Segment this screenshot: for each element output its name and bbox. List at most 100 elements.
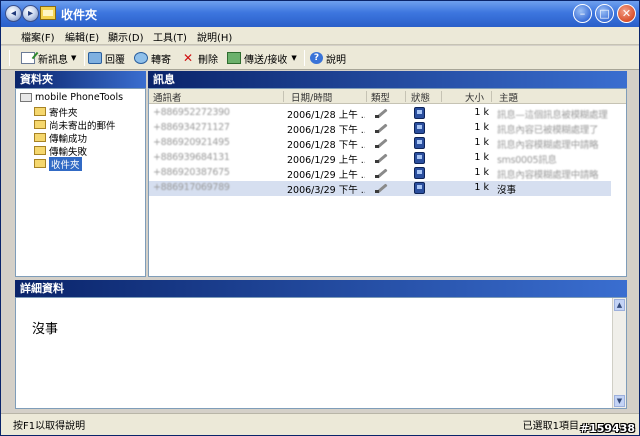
message-list: 通訊者 日期/時間 類型 狀態 大小 主題 +886952272390 2006… xyxy=(148,88,627,277)
minimize-button[interactable]: – xyxy=(573,4,592,23)
message-row[interactable]: +886939684131 2006/1/29 上午 ... 1 k sms00… xyxy=(149,151,611,166)
tree-root-label: mobile PhoneTools xyxy=(35,92,124,103)
sms-type-icon xyxy=(375,108,388,118)
sms-type-icon xyxy=(375,168,388,178)
details-panel: 沒事 ▲ ▼ xyxy=(15,297,627,409)
column-divider[interactable] xyxy=(405,91,406,102)
details-panel-title: 詳細資料 xyxy=(15,280,627,297)
phone-status-icon xyxy=(414,167,425,179)
menu-help[interactable]: 說明(H) xyxy=(197,29,232,44)
forward-circle-icon[interactable]: ▸ xyxy=(22,5,39,22)
folder-item-sent-success[interactable]: 傳輸成功 xyxy=(34,131,87,145)
row-datetime: 2006/1/28 下午 ... xyxy=(287,125,365,136)
row-contact: +886920921495 xyxy=(153,137,230,148)
reply-button[interactable]: 回覆 xyxy=(88,49,125,67)
column-header-datetime[interactable]: 日期/時間 xyxy=(291,90,332,104)
details-scrollbar[interactable]: ▲ ▼ xyxy=(612,298,626,408)
application-window: ◂ ▸ 收件夾 – □ ✕ 檔案(F) 編輯(E) 顯示(D) 工具(T) 說明… xyxy=(0,0,640,436)
forward-button[interactable]: 轉寄 xyxy=(134,49,171,67)
column-header-size[interactable]: 大小 xyxy=(465,90,484,104)
row-subject: 訊息內容已被模糊處理了 xyxy=(497,125,599,136)
folder-item-unsent[interactable]: 尚未寄出的郵件 xyxy=(34,118,116,132)
folder-item-inbox[interactable]: 收件夾 xyxy=(34,156,82,171)
message-row[interactable]: +886920387675 2006/1/29 上午 ... 1 k 訊息內容模… xyxy=(149,166,611,181)
forward-icon xyxy=(134,52,148,64)
folder-icon xyxy=(34,107,46,116)
row-subject: 訊息—這個訊息被模糊處理 xyxy=(497,110,608,121)
folder-icon xyxy=(34,159,46,168)
help-button[interactable]: ? 說明 xyxy=(310,49,346,67)
folder-label: 收件夾 xyxy=(49,156,82,171)
folder-item-outbox[interactable]: 寄件夾 xyxy=(34,105,78,119)
column-divider[interactable] xyxy=(283,91,284,102)
column-header-contact[interactable]: 通訊者 xyxy=(153,90,182,104)
sms-type-icon xyxy=(375,123,388,133)
row-contact: +886917069789 xyxy=(153,182,230,193)
message-row-selected[interactable]: +886917069789 2006/3/29 下午 ... 1 k 沒事 xyxy=(149,181,611,196)
menu-tools[interactable]: 工具(T) xyxy=(153,29,187,44)
message-row[interactable]: +886934271127 2006/1/28 下午 ... 1 k 訊息內容已… xyxy=(149,121,611,136)
row-datetime: 2006/1/28 上午 ... xyxy=(287,110,365,121)
row-contact: +886952272390 xyxy=(153,107,230,118)
row-datetime: 2006/1/29 上午 ... xyxy=(287,155,365,166)
toolbar-separator xyxy=(304,50,305,66)
column-divider[interactable] xyxy=(366,91,367,102)
message-row[interactable]: +886920921495 2006/1/28 下午 ... 1 k 訊息內容模… xyxy=(149,136,611,151)
menu-file[interactable]: 檔案(F) xyxy=(21,29,55,44)
send-receive-button[interactable]: 傳送/接收 ▼ xyxy=(227,49,297,67)
row-datetime: 2006/3/29 下午 ... xyxy=(287,185,365,196)
row-subject: 訊息內容模糊處理中請略 xyxy=(497,170,599,181)
column-header-type[interactable]: 類型 xyxy=(371,90,390,104)
message-row[interactable]: +886952272390 2006/1/28 上午 ... 1 k 訊息—這個… xyxy=(149,106,611,121)
phone-status-icon xyxy=(414,152,425,164)
folder-icon xyxy=(34,146,46,155)
row-size: 1 k xyxy=(474,167,489,178)
sms-type-icon xyxy=(375,138,388,148)
row-size: 1 k xyxy=(474,152,489,163)
row-size: 1 k xyxy=(474,122,489,133)
new-message-label: 新訊息 xyxy=(38,54,68,66)
column-header-subject[interactable]: 主題 xyxy=(499,90,518,104)
scroll-up-arrow-icon[interactable]: ▲ xyxy=(614,299,625,311)
back-circle-icon[interactable]: ◂ xyxy=(5,5,22,22)
message-list-header: 通訊者 日期/時間 類型 狀態 大小 主題 xyxy=(149,89,626,104)
delete-label: 刪除 xyxy=(198,54,218,66)
new-message-icon xyxy=(21,52,35,64)
maximize-button[interactable]: □ xyxy=(595,4,614,23)
row-contact: +886939684131 xyxy=(153,152,230,163)
send-receive-label: 傳送/接收 xyxy=(244,54,288,66)
dropdown-arrow-icon[interactable]: ▼ xyxy=(71,54,76,62)
folder-tree: mobile PhoneTools 寄件夾 尚未寄出的郵件 傳輸成功 傳輸失敗 … xyxy=(15,88,146,277)
column-header-status[interactable]: 狀態 xyxy=(411,90,430,104)
messages-panel-title: 訊息 xyxy=(148,71,627,88)
column-divider[interactable] xyxy=(491,91,492,102)
dropdown-arrow-icon[interactable]: ▼ xyxy=(291,54,296,62)
delete-button[interactable]: ✕ 刪除 xyxy=(181,49,218,67)
phone-status-icon xyxy=(414,107,425,119)
menu-edit[interactable]: 編輯(E) xyxy=(65,29,99,44)
close-button[interactable]: ✕ xyxy=(617,4,636,23)
row-size: 1 k xyxy=(474,182,489,193)
folder-icon xyxy=(34,120,46,129)
row-size: 1 k xyxy=(474,107,489,118)
folder-label: 寄件夾 xyxy=(49,107,78,119)
column-divider[interactable] xyxy=(441,91,442,102)
title-bar[interactable]: ◂ ▸ 收件夾 – □ ✕ xyxy=(1,1,639,27)
scroll-down-arrow-icon[interactable]: ▼ xyxy=(614,395,625,407)
row-subject: 訊息內容模糊處理中請略 xyxy=(497,140,599,151)
row-datetime: 2006/1/28 下午 ... xyxy=(287,140,365,151)
new-message-button[interactable]: 新訊息 ▼ xyxy=(21,49,76,67)
help-icon: ? xyxy=(310,52,323,64)
message-body-text: 沒事 xyxy=(32,322,59,337)
menu-view[interactable]: 顯示(D) xyxy=(108,29,144,44)
help-label: 說明 xyxy=(326,54,346,66)
tree-root[interactable]: mobile PhoneTools xyxy=(20,91,123,104)
row-size: 1 k xyxy=(474,137,489,148)
row-datetime: 2006/1/29 上午 ... xyxy=(287,170,365,181)
row-contact: +886920387675 xyxy=(153,167,230,178)
folder-item-sent-failed[interactable]: 傳輸失敗 xyxy=(34,144,87,158)
reply-icon xyxy=(88,52,102,64)
watermark: #159438 xyxy=(579,422,635,435)
sms-type-icon xyxy=(375,153,388,163)
row-subject: sms0005訊息 xyxy=(497,155,557,166)
